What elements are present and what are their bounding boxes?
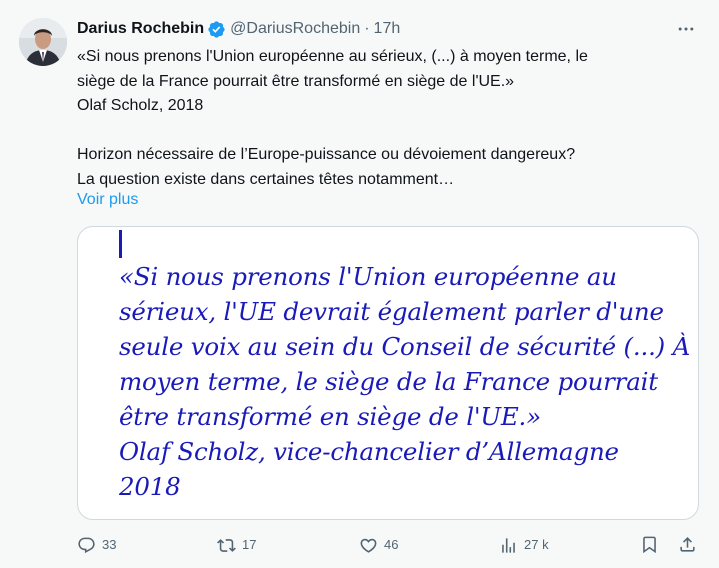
tweet-text: «Si nous prenons l'Union européenne au s… (77, 45, 677, 192)
reply-count: 33 (102, 537, 117, 552)
retweet-count: 17 (242, 537, 257, 552)
quote-line: moyen terme, le siège de la France pourr… (119, 367, 658, 396)
media-image[interactable]: «Si nous prenons l'Union européenne au s… (77, 226, 699, 520)
quote-line: Olaf Scholz, vice-chancelier d’Allemagne (119, 437, 619, 466)
quote-line: 2018 (119, 472, 181, 501)
more-button[interactable] (673, 16, 699, 42)
views-button[interactable]: 27 k (499, 535, 549, 555)
show-more-link[interactable]: Voir plus (77, 188, 138, 212)
share-button[interactable] (678, 535, 697, 554)
tweet-text-line: La question existe dans certaines têtes … (77, 170, 455, 188)
tweet-header: Darius Rochebin @DariusRochebin · 17h (77, 18, 400, 40)
tweet-text-line: «Si nous prenons l'Union européenne au s… (77, 48, 588, 65)
analytics-icon (502, 537, 515, 553)
more-horizontal-icon (678, 27, 694, 31)
retweet-button[interactable]: 17 (217, 535, 256, 555)
quote-line: seule voix au sein du Conseil de sécurit… (119, 332, 691, 361)
verified-badge-icon (207, 20, 226, 39)
like-button[interactable]: 46 (359, 535, 398, 555)
quote-line: être transformé en siège de l'UE.» (119, 402, 541, 431)
reply-button[interactable]: 33 (77, 535, 116, 555)
separator-dot: · (364, 20, 370, 37)
heart-icon (360, 538, 377, 553)
avatar[interactable] (19, 18, 67, 66)
quote-line: sérieux, l'UE devrait également parler d… (119, 297, 664, 326)
tweet-text-gap (77, 119, 677, 144)
bookmark-icon (643, 536, 656, 554)
action-bar: 33 17 46 27 k (77, 532, 699, 562)
quote-line: «Si nous prenons l'Union européenne au (119, 262, 617, 291)
tweet-text-line: siège de la France pourrait être transfo… (77, 72, 515, 90)
handle[interactable]: @DariusRochebin (230, 18, 360, 40)
retweet-icon (217, 538, 236, 552)
quote-bar (119, 230, 122, 258)
image-quote-text: «Si nous prenons l'Union européenne au s… (119, 259, 690, 504)
timestamp[interactable]: 17h (374, 18, 401, 40)
display-name[interactable]: Darius Rochebin (77, 18, 204, 40)
avatar-image (19, 18, 67, 66)
reply-icon (78, 537, 95, 553)
tweet-text-line: Horizon nécessaire de l’Europe-puissance… (77, 146, 576, 163)
share-icon (680, 537, 695, 552)
bookmark-button[interactable] (640, 535, 659, 554)
views-count: 27 k (524, 537, 549, 552)
tweet[interactable]: Darius Rochebin @DariusRochebin · 17h «S… (0, 0, 719, 568)
tweet-text-line: Olaf Scholz, 2018 (77, 97, 204, 114)
like-count: 46 (384, 537, 399, 552)
